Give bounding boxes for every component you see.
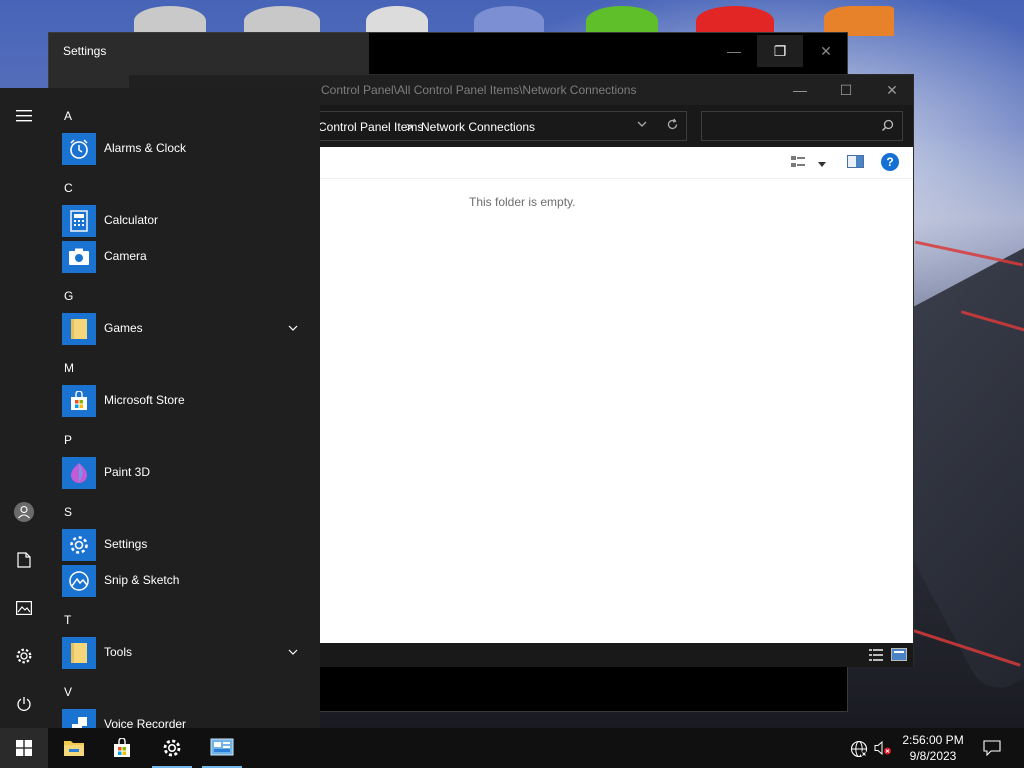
app-settings[interactable]: Settings <box>48 527 320 563</box>
breadcrumb-network-connections[interactable]: Network Connections <box>421 120 535 134</box>
letter-header-s[interactable]: S <box>64 505 72 519</box>
explorer-close-button[interactable]: ✕ <box>869 75 915 105</box>
settings-minimize-button[interactable]: — <box>711 35 757 67</box>
help-icon[interactable]: ? <box>881 153 899 171</box>
view-options-icon[interactable] <box>791 155 809 172</box>
app-label: Alarms & Clock <box>104 141 187 155</box>
app-games-folder[interactable]: Games <box>48 311 320 347</box>
app-tools-folder[interactable]: Tools <box>48 635 320 671</box>
app-label: Tools <box>104 645 133 659</box>
app-camera[interactable]: Camera <box>48 239 320 275</box>
pictures-icon[interactable] <box>0 584 48 632</box>
app-label: Snip & Sketch <box>104 573 180 587</box>
power-icon[interactable] <box>0 680 48 728</box>
app-label: Paint 3D <box>104 465 151 479</box>
app-label: Voice Recorder <box>104 717 187 728</box>
taskbar-clock[interactable]: 2:56:00 PM 9/8/2023 <box>896 732 970 764</box>
snip-icon <box>62 565 96 597</box>
address-bar[interactable]: Control Panel Items > Network Connection… <box>309 111 687 141</box>
alarm-clock-icon <box>62 133 96 165</box>
letter-header-g[interactable]: G <box>64 289 73 303</box>
folder-icon <box>62 313 96 345</box>
app-alarms-clock[interactable]: Alarms & Clock <box>48 131 320 167</box>
letter-header-v[interactable]: V <box>64 685 72 699</box>
gear-icon <box>62 529 96 561</box>
letter-header-a[interactable]: A <box>64 109 72 123</box>
app-label: Camera <box>104 249 147 263</box>
file-explorer-icon[interactable] <box>50 728 98 768</box>
search-icon[interactable] <box>881 119 894 135</box>
settings-taskbar-icon[interactable] <box>148 728 196 768</box>
view-dropdown-icon[interactable] <box>817 158 827 172</box>
letter-header-m[interactable]: M <box>64 361 74 375</box>
app-snip-sketch[interactable]: Snip & Sketch <box>48 563 320 599</box>
preview-pane-icon[interactable] <box>847 155 865 172</box>
details-view-icon[interactable] <box>869 648 885 665</box>
calculator-icon <box>62 205 96 237</box>
paint3d-icon <box>62 457 96 489</box>
start-app-list[interactable]: A Alarms & Clock C Calculator Camera G G… <box>48 88 320 728</box>
search-input[interactable] <box>701 111 903 141</box>
settings-window-title: Settings <box>63 44 107 58</box>
chevron-down-icon[interactable] <box>288 321 298 335</box>
control-panel-icon[interactable] <box>198 728 246 768</box>
letter-header-t[interactable]: T <box>64 613 71 627</box>
notification-icon[interactable] <box>976 728 1008 768</box>
app-calculator[interactable]: Calculator <box>48 203 320 239</box>
breadcrumb-separator[interactable]: > <box>406 120 413 134</box>
microsoft-store-icon[interactable] <box>98 728 146 768</box>
microphone-icon <box>62 709 96 728</box>
hamburger-icon[interactable] <box>0 92 48 140</box>
settings-icon[interactable] <box>0 632 48 680</box>
network-icon[interactable] <box>850 740 868 761</box>
user-icon[interactable] <box>0 488 48 536</box>
empty-folder-message: This folder is empty. <box>469 195 576 209</box>
app-voice-recorder[interactable]: Voice Recorder <box>48 707 320 728</box>
app-paint-3d[interactable]: Paint 3D <box>48 455 320 491</box>
windows-start-icon[interactable] <box>0 728 48 768</box>
letter-header-p[interactable]: P <box>64 433 72 447</box>
chevron-down-icon[interactable] <box>288 645 298 659</box>
app-label: Calculator <box>104 213 159 227</box>
clock-time: 2:56:00 PM <box>902 733 964 747</box>
app-label: Games <box>104 321 143 335</box>
volume-muted-icon[interactable] <box>874 740 892 759</box>
explorer-minimize-button[interactable]: — <box>777 75 823 105</box>
explorer-window-title: Control Panel\All Control Panel Items\Ne… <box>321 83 637 97</box>
wallpaper-redline <box>914 240 1024 267</box>
clock-date: 9/8/2023 <box>909 749 957 763</box>
camera-icon <box>62 241 96 273</box>
documents-icon[interactable] <box>0 536 48 584</box>
app-label: Microsoft Store <box>104 393 185 407</box>
start-menu[interactable]: A Alarms & Clock C Calculator Camera G G… <box>0 88 320 728</box>
app-label: Settings <box>104 537 148 551</box>
store-icon <box>62 385 96 417</box>
large-icons-view-icon[interactable] <box>891 648 907 665</box>
folder-icon <box>62 637 96 669</box>
start-menu-rail <box>0 88 48 728</box>
settings-close-button[interactable]: ✕ <box>803 35 849 67</box>
refresh-icon[interactable] <box>666 118 679 134</box>
letter-header-c[interactable]: C <box>64 181 73 195</box>
app-microsoft-store[interactable]: Microsoft Store <box>48 383 320 419</box>
explorer-maximize-button[interactable]: ☐ <box>823 75 869 105</box>
address-history-dropdown-icon[interactable] <box>636 118 648 133</box>
taskbar: 2:56:00 PM 9/8/2023 <box>0 728 1024 768</box>
settings-restore-button[interactable]: ❐ <box>757 35 803 67</box>
